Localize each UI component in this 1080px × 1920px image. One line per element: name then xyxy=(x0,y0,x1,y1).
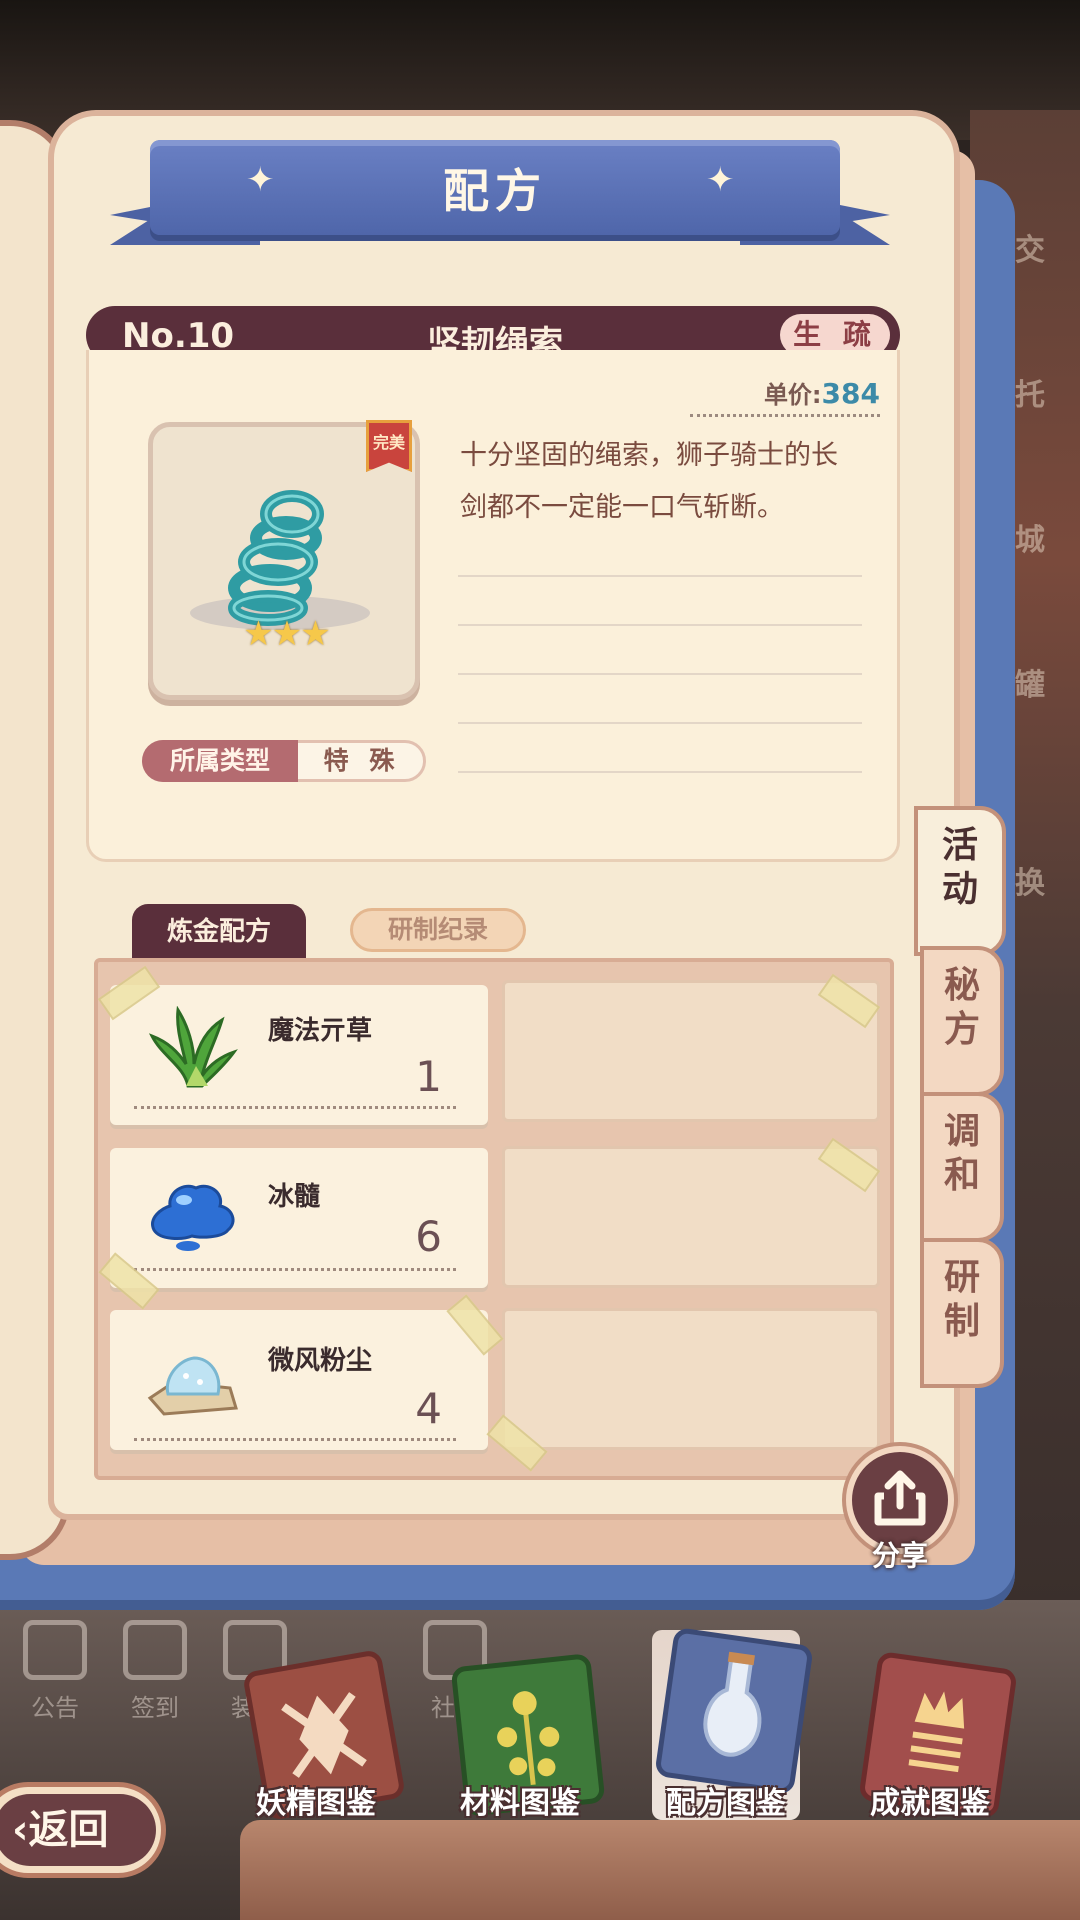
nav-label-material[interactable]: 材料图鉴 xyxy=(430,1778,610,1822)
herb-icon xyxy=(148,1006,238,1088)
divider xyxy=(134,1438,456,1441)
background-nav-item: 签到 xyxy=(110,1620,200,1730)
price-label: 单价: xyxy=(763,381,822,409)
ingredient-name: 冰髓 xyxy=(268,1182,321,1212)
background-label: 交 xyxy=(1015,233,1045,268)
empty-ingredient-slot xyxy=(502,1308,880,1450)
back-button-inner[interactable]: ‹返回 xyxy=(0,1794,156,1866)
tab-alchemy-recipe[interactable]: 炼金配方 xyxy=(132,904,306,960)
tab-research-record[interactable]: 研制纪录 xyxy=(350,908,526,952)
type-value: 特 殊 xyxy=(323,746,401,775)
recipe-book-icon[interactable] xyxy=(654,1626,814,1796)
side-tab-event[interactable]: 活 动 xyxy=(914,806,1006,956)
share-label: 分享 xyxy=(871,1539,928,1572)
dust-icon xyxy=(147,1356,238,1416)
side-tab-blend[interactable]: 调 和 xyxy=(920,1092,1004,1242)
star-rating: ★★★ xyxy=(243,614,330,654)
divider xyxy=(134,1106,456,1109)
chevron-left-icon: ‹ xyxy=(12,1807,29,1853)
price-value: 384 xyxy=(821,377,880,410)
ingredient-quantity: 1 xyxy=(415,1052,442,1101)
divider xyxy=(134,1268,456,1271)
background-label: 罐 xyxy=(1015,668,1045,703)
page-title: 配方 xyxy=(443,164,547,218)
side-tab-secret-recipe[interactable]: 秘 方 xyxy=(920,946,1004,1096)
ingredient-quantity: 4 xyxy=(415,1384,442,1433)
background-label: 托 xyxy=(1015,378,1045,413)
background-label: 城 xyxy=(1015,523,1045,558)
nav-label-achievement[interactable]: 成就图鉴 xyxy=(840,1778,1020,1822)
side-tab-research[interactable]: 研 制 xyxy=(920,1238,1004,1388)
ingredient-name: 魔法亓草 xyxy=(268,1016,373,1046)
ingredient-quantity: 6 xyxy=(415,1212,442,1261)
back-label: 返回 xyxy=(28,1807,109,1853)
bottom-shelf xyxy=(240,1820,1080,1920)
background-label: 换 xyxy=(1015,866,1045,901)
empty-ingredient-slot xyxy=(502,980,880,1122)
type-label: 所属类型 xyxy=(142,740,298,782)
item-description: 十分坚固的绳索，狮子骑士的长剑都不一定能一口气斩断。 xyxy=(460,440,838,523)
rope-icon xyxy=(228,490,324,626)
share-icon xyxy=(874,1470,926,1526)
background-nav-item: 公告 xyxy=(10,1620,100,1730)
unit-price: 单价:384 xyxy=(690,375,880,417)
description-lines xyxy=(458,528,862,773)
ice-slime-icon xyxy=(151,1184,235,1251)
empty-ingredient-slot xyxy=(502,1146,880,1288)
nav-label-fairy[interactable]: 妖精图鉴 xyxy=(226,1778,406,1822)
nav-label-recipe[interactable]: 配方图鉴 xyxy=(636,1778,816,1822)
ingredient-name: 微风粉尘 xyxy=(268,1346,373,1376)
